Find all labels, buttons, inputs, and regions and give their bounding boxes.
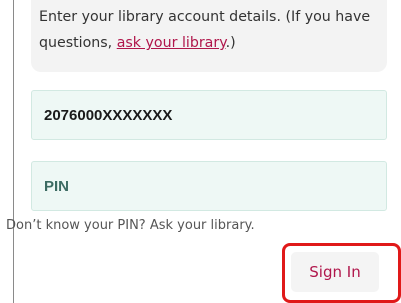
pin-help-text: Don’t know your PIN? Ask your library. (6, 218, 255, 233)
sign-in-form: Enter your library account details. (If … (0, 0, 401, 303)
pin-placeholder: PIN (44, 177, 70, 195)
library-card-input[interactable]: 2076000XXXXXXX (31, 90, 387, 140)
sign-in-button[interactable]: Sign In (291, 252, 379, 292)
info-text-end: .) (225, 35, 236, 51)
pin-input[interactable]: PIN (31, 161, 387, 211)
left-divider (13, 0, 14, 303)
account-info-notice: Enter your library account details. (If … (31, 0, 387, 72)
ask-your-library-link[interactable]: ask your library (117, 35, 226, 51)
library-card-value: 2076000XXXXXXX (44, 106, 173, 124)
